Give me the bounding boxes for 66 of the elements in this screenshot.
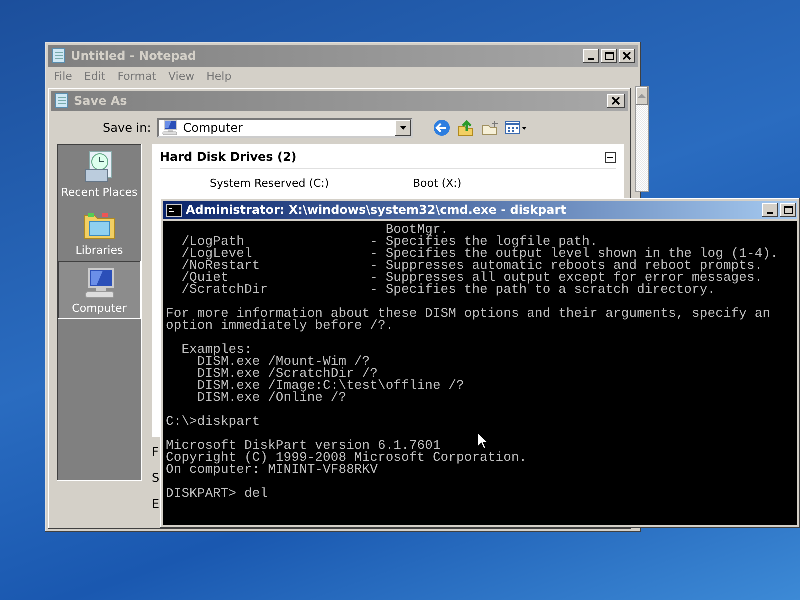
save-in-dropdown[interactable]: Computer [157, 118, 414, 138]
views-menu-icon [505, 119, 528, 137]
console-line: For more information about these DISM options and their arguments, specify an [166, 308, 771, 320]
window-title: Administrator: X:\windows\system32\cmd.exe - diskpart [186, 203, 568, 217]
drive-item[interactable]: System Reserved (C:) [210, 177, 413, 190]
console-line: Examples: [180, 344, 252, 356]
close-icon [612, 97, 620, 105]
notepad-icon [51, 48, 67, 64]
maximize-icon [604, 52, 614, 60]
console-line: C:\>diskpart [166, 416, 260, 428]
console-line: DISM.exe /Mount-Wim /? [197, 356, 370, 368]
group-header: Hard Disk Drives (2) [160, 150, 297, 164]
dialog-title: Save As [74, 94, 128, 108]
scroll-up-button[interactable] [636, 87, 648, 105]
collapse-toggle[interactable] [605, 152, 616, 162]
menu-item[interactable]: Help [206, 70, 232, 83]
menu-item[interactable]: View [168, 70, 195, 83]
computer-icon [161, 119, 180, 137]
console-line: DISM.exe /Online /? [196, 392, 347, 404]
console-line: DISKPART> del [166, 488, 268, 500]
scroll-up-arrow-icon [637, 92, 647, 100]
minimize-button[interactable] [583, 49, 599, 63]
field-label: E [152, 497, 160, 511]
drive-item[interactable]: Boot (X:) [413, 177, 616, 190]
console-line: Copyright (C) 1999-2008 Microsoft Corporation. [166, 452, 528, 464]
close-icon [623, 52, 631, 60]
console-line: DISM.exe /Image:C:\test\offline /? [196, 380, 464, 392]
places-item[interactable]: Computer [58, 261, 141, 319]
dropdown-arrow-icon [398, 124, 408, 132]
console-line: /LogPath - Specifies the logfile path. [180, 236, 598, 248]
console-line: /ScratchDir - Specifies the path to a scratch directory. [180, 284, 716, 296]
views-menu-button[interactable] [505, 119, 528, 137]
minus-box-icon [605, 152, 616, 162]
maximize-button[interactable] [601, 49, 617, 63]
maximize-icon [784, 206, 792, 214]
console-line: /Quiet - Suppresses all output except for error messages. [180, 272, 763, 284]
console-line: /NoRestart - Suppresses automatic reboots and reboot prompts. [180, 260, 763, 272]
console-line: Microsoft DiskPart version 6.1.7601 [166, 440, 441, 452]
notepad-icon [54, 93, 70, 109]
console-line: BootMgr. [384, 224, 449, 236]
field-label: F [152, 445, 159, 459]
places-item[interactable]: Recent Places [58, 145, 141, 203]
close-button[interactable] [619, 49, 635, 63]
scrollbar[interactable] [635, 86, 649, 192]
minimize-icon [588, 58, 594, 60]
console-line: DISM.exe /ScratchDir /? [196, 368, 378, 380]
console-line: option immediately before /?. [166, 320, 394, 332]
mouse-pointer-icon [477, 432, 489, 450]
window-title: Untitled - Notepad [71, 49, 198, 63]
menu-item[interactable]: Format [118, 70, 156, 83]
minimize-button[interactable] [762, 203, 778, 217]
places-item[interactable]: Libraries [58, 203, 141, 261]
maximize-button[interactable] [780, 203, 796, 217]
new-folder-button[interactable] [481, 119, 500, 137]
console-line: /LogLevel - Specifies the output level shown in the log (1-4). [180, 248, 778, 260]
menu-item[interactable]: Edit [84, 70, 106, 83]
field-label: S [152, 471, 160, 485]
back-arrow-button[interactable] [433, 119, 452, 137]
save-in-label: Save in: [103, 121, 152, 135]
minimize-icon [767, 212, 773, 214]
new-folder-icon [481, 119, 500, 137]
close-button[interactable] [607, 94, 625, 108]
console-line: On computer: MININT-VF88RKV [166, 464, 378, 476]
menu-item[interactable]: File [54, 70, 72, 83]
console-icon [166, 204, 182, 216]
folder-up-icon [457, 119, 476, 137]
